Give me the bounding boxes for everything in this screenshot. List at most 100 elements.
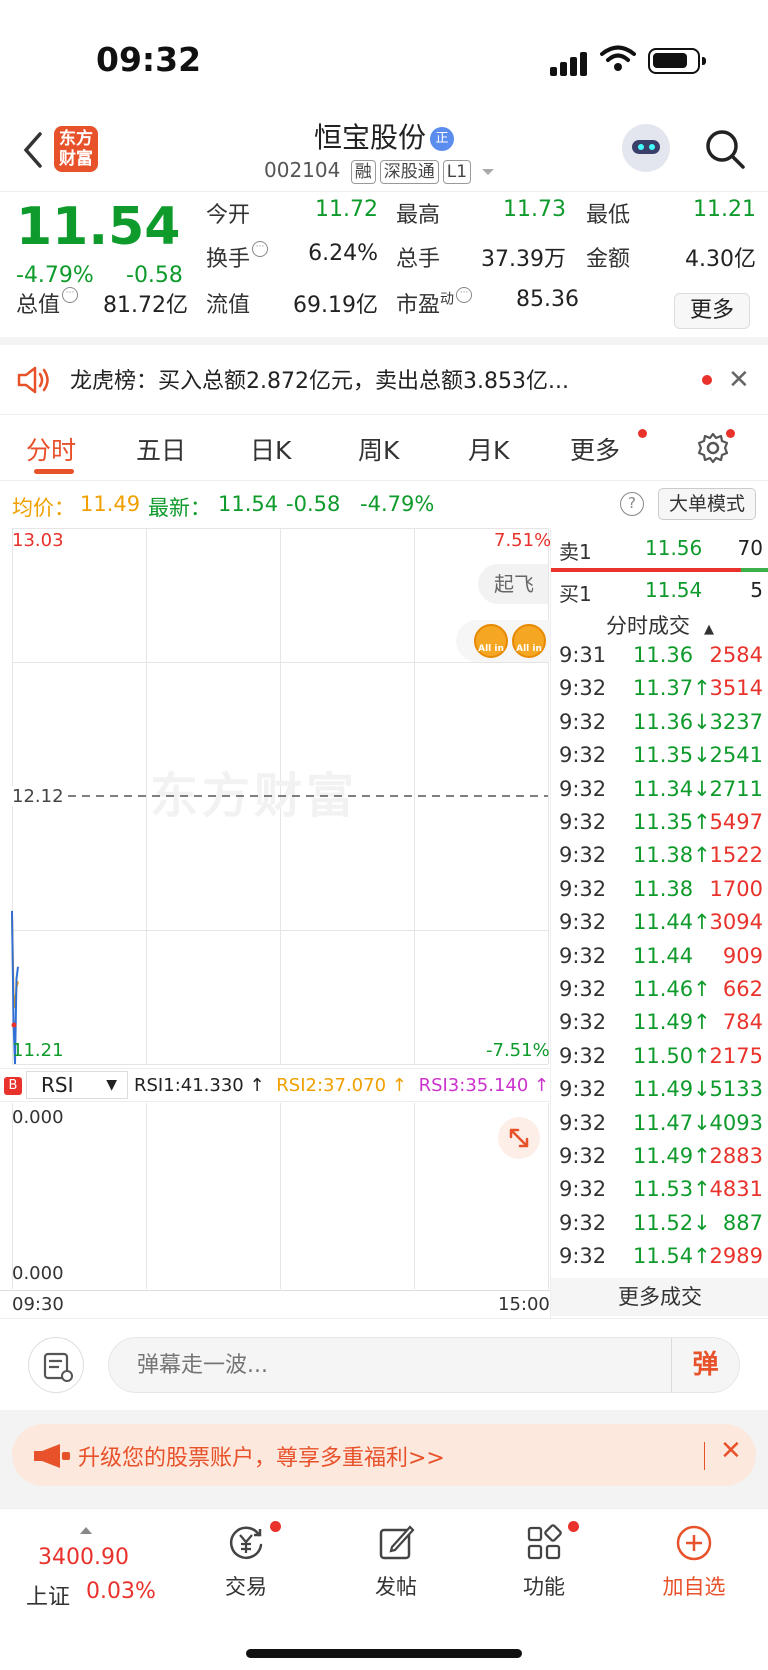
promo-text: 升级您的股票账户，尊享多重福利>> — [78, 1446, 445, 1471]
tab-more[interactable]: 更多 — [570, 431, 620, 467]
trade-row: 9:32 11.50↑ 2175 — [559, 1044, 767, 1077]
close-icon[interactable]: ✕ — [720, 1436, 742, 1466]
tab-weekly-k[interactable]: 周K — [358, 431, 399, 467]
more-trades-button[interactable]: 更多成交 — [551, 1278, 768, 1316]
trade-time: 9:31 — [559, 643, 607, 667]
pe-label[interactable]: 市盈动 ··· — [396, 287, 473, 319]
stock-code: 002104 — [264, 158, 341, 182]
avg-label: 均价： — [12, 496, 75, 520]
trade-price: 11.35↑ — [633, 810, 711, 834]
trade-volume: 784 — [722, 1010, 763, 1035]
tab-five-day[interactable]: 五日 — [136, 431, 186, 467]
trade-row: 9:32 11.38↑ 1522 — [559, 843, 767, 876]
trade-row: 9:32 11.47↓ 4093 — [559, 1111, 767, 1144]
dragon-tiger-notice[interactable]: 龙虎榜：买入总额2.872亿元，卖出总额3.853亿... ✕ — [0, 345, 768, 415]
help-icon[interactable]: ? — [620, 492, 644, 516]
nav-trade[interactable]: 交易 — [196, 1523, 296, 1601]
pe-value: 85.36 — [516, 287, 579, 312]
promo-banner[interactable]: 升级您的股票账户，尊享多重福利>> ✕ — [12, 1424, 756, 1486]
nav-post[interactable]: 发帖 — [346, 1523, 446, 1601]
active-tab-indicator — [34, 469, 74, 474]
amount-value: 4.30亿 — [685, 247, 756, 272]
latest-change: -0.58 — [286, 492, 341, 516]
trade-row: 9:32 11.49↑ 784 — [559, 1010, 767, 1043]
gear-icon[interactable] — [696, 431, 730, 465]
close-icon[interactable]: ✕ — [728, 365, 750, 395]
qifei-button[interactable]: 起飞 — [478, 564, 548, 604]
megaphone-icon — [34, 1444, 70, 1468]
more-quote-button[interactable]: 更多 — [674, 293, 750, 329]
trade-price: 11.38 — [633, 876, 694, 901]
danmu-input[interactable] — [137, 1350, 657, 1380]
trade-row: 9:32 11.37↑ 3514 — [559, 676, 767, 709]
stock-code-line[interactable]: 002104 融深股通 L1 — [264, 158, 495, 184]
mcap-label[interactable]: 总值 ··· — [16, 287, 79, 319]
turnover-label[interactable]: 换手 ··· — [206, 241, 269, 273]
add-circle-icon — [676, 1525, 712, 1561]
big-order-mode-button[interactable]: 大单模式 — [658, 488, 756, 520]
rsi3-value: RSI3:35.140 ↑ — [418, 1075, 550, 1096]
trade-row: 9:32 11.49↑ 2883 — [559, 1144, 767, 1177]
trade-volume: 1700 — [709, 876, 763, 901]
high-label: 最高 — [396, 203, 441, 228]
trade-time: 9:32 — [559, 1244, 607, 1269]
low-label: 最低 — [586, 203, 631, 228]
new-dot — [726, 429, 735, 438]
time-axis: 09:30 15:00 — [0, 1290, 550, 1316]
open-label: 今开 — [206, 203, 251, 228]
search-icon[interactable] — [704, 128, 746, 170]
trade-price: 11.49↑ — [633, 1010, 711, 1035]
axis-bottom-price: 11.21 — [12, 1040, 64, 1061]
rsi-axis-top: 0.000 — [12, 1107, 64, 1128]
tab-daily-k[interactable]: 日K — [250, 431, 291, 467]
comment-bar: 弹 — [0, 1318, 768, 1410]
trade-price: 11.46↑ — [633, 977, 711, 1001]
intraday-chart[interactable]: 东方财富 13.03 7.51% 12.12 11.21 -7.51% 起飞 A… — [0, 528, 551, 1066]
trade-time: 9:32 — [559, 943, 607, 968]
note-icon[interactable] — [28, 1337, 84, 1393]
trade-time: 9:32 — [559, 843, 607, 868]
danmu-button[interactable]: 弹 — [671, 1338, 739, 1392]
trade-row: 9:32 11.44 909 — [559, 944, 767, 977]
allin-button[interactable]: All in All in — [456, 620, 550, 662]
cellular-signal-icon — [550, 50, 590, 76]
trade-row: 9:32 11.49↓ 5133 — [559, 1077, 767, 1110]
mcap-value: 81.72亿 — [103, 293, 188, 318]
trade-price: 11.35↓ — [633, 743, 711, 768]
nav-add-watchlist[interactable]: 加自选 — [644, 1523, 744, 1601]
change-percent: -4.79% — [16, 263, 94, 288]
edit-icon — [379, 1525, 415, 1560]
trades-header[interactable]: 分时成交 ▲ — [551, 610, 768, 640]
trade-row: 9:31 11.36 2584 — [559, 643, 767, 676]
index-name: 上证 — [26, 1585, 71, 1610]
trade-price: 11.50↑ — [633, 1043, 711, 1068]
b-badge: B — [4, 1077, 22, 1095]
trade-volume: 909 — [722, 943, 763, 968]
float-value: 69.19亿 — [293, 293, 378, 318]
trade-volume: 3237 — [709, 709, 763, 734]
volume-label: 总手 — [396, 247, 441, 272]
expand-icon[interactable] — [498, 1117, 540, 1159]
open-value: 11.72 — [315, 197, 378, 222]
trade-volume: 2883 — [709, 1144, 763, 1168]
high-value: 11.73 — [503, 197, 566, 222]
tab-monthly-k[interactable]: 月K — [468, 431, 509, 467]
battery-icon — [648, 48, 706, 74]
trade-row: 9:32 11.34↓ 2711 — [559, 777, 767, 810]
trade-time: 9:32 — [559, 776, 607, 801]
trade-volume: 3094 — [709, 910, 763, 935]
tab-intraday[interactable]: 分时 — [26, 431, 76, 467]
trade-price: 11.38↑ — [633, 843, 711, 868]
trade-volume: 5497 — [709, 810, 763, 834]
rsi-chart[interactable]: 0.000 0.000 — [0, 1103, 550, 1289]
trade-volume: 2711 — [709, 776, 763, 801]
trade-price: 11.54↑ — [633, 1244, 711, 1269]
trade-time: 9:32 — [559, 709, 607, 734]
trade-row: 9:32 11.44↑ 3094 — [559, 910, 767, 943]
trade-volume: 2541 — [709, 743, 763, 768]
indicator-selector[interactable]: RSI ▼ — [26, 1071, 128, 1099]
assistant-robot-icon[interactable] — [622, 124, 670, 172]
nav-functions[interactable]: 功能 — [494, 1523, 594, 1601]
index-percent: 0.03% — [86, 1579, 156, 1604]
index-value: 3400.90 — [38, 1545, 129, 1570]
